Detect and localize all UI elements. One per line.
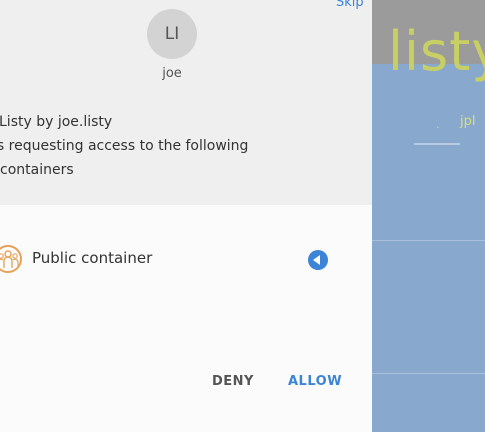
- request-line: Listy by joe.listy: [0, 114, 113, 130]
- username-label: joe: [162, 66, 182, 81]
- background-divider: [372, 373, 485, 374]
- background-tab-jpl[interactable]: jpl: [460, 114, 475, 129]
- dialog-body: [0, 205, 372, 432]
- background-divider: [372, 240, 485, 241]
- background-app-logo: listy: [388, 22, 485, 82]
- background-tab-marker: .: [436, 118, 440, 131]
- skip-link[interactable]: Skip: [336, 0, 364, 10]
- background-tab-underline: [414, 143, 460, 145]
- avatar: LI: [147, 9, 197, 59]
- access-request-message: Listy by joe.listy is requesting access …: [0, 110, 290, 182]
- auth-dialog: Skip LI joe Listy by joe.listy is reques…: [0, 0, 372, 432]
- container-label: Public container: [32, 249, 153, 267]
- container-list-item[interactable]: Public container: [0, 243, 340, 277]
- request-line: containers: [0, 162, 74, 178]
- dialog-header: Skip LI joe Listy by joe.listy is reques…: [0, 0, 372, 205]
- request-line: is requesting access to the following: [0, 138, 249, 154]
- people-icon: [0, 245, 22, 273]
- deny-button[interactable]: DENY: [212, 374, 254, 389]
- allow-button[interactable]: ALLOW: [288, 374, 342, 389]
- expand-permissions-button[interactable]: [308, 250, 328, 270]
